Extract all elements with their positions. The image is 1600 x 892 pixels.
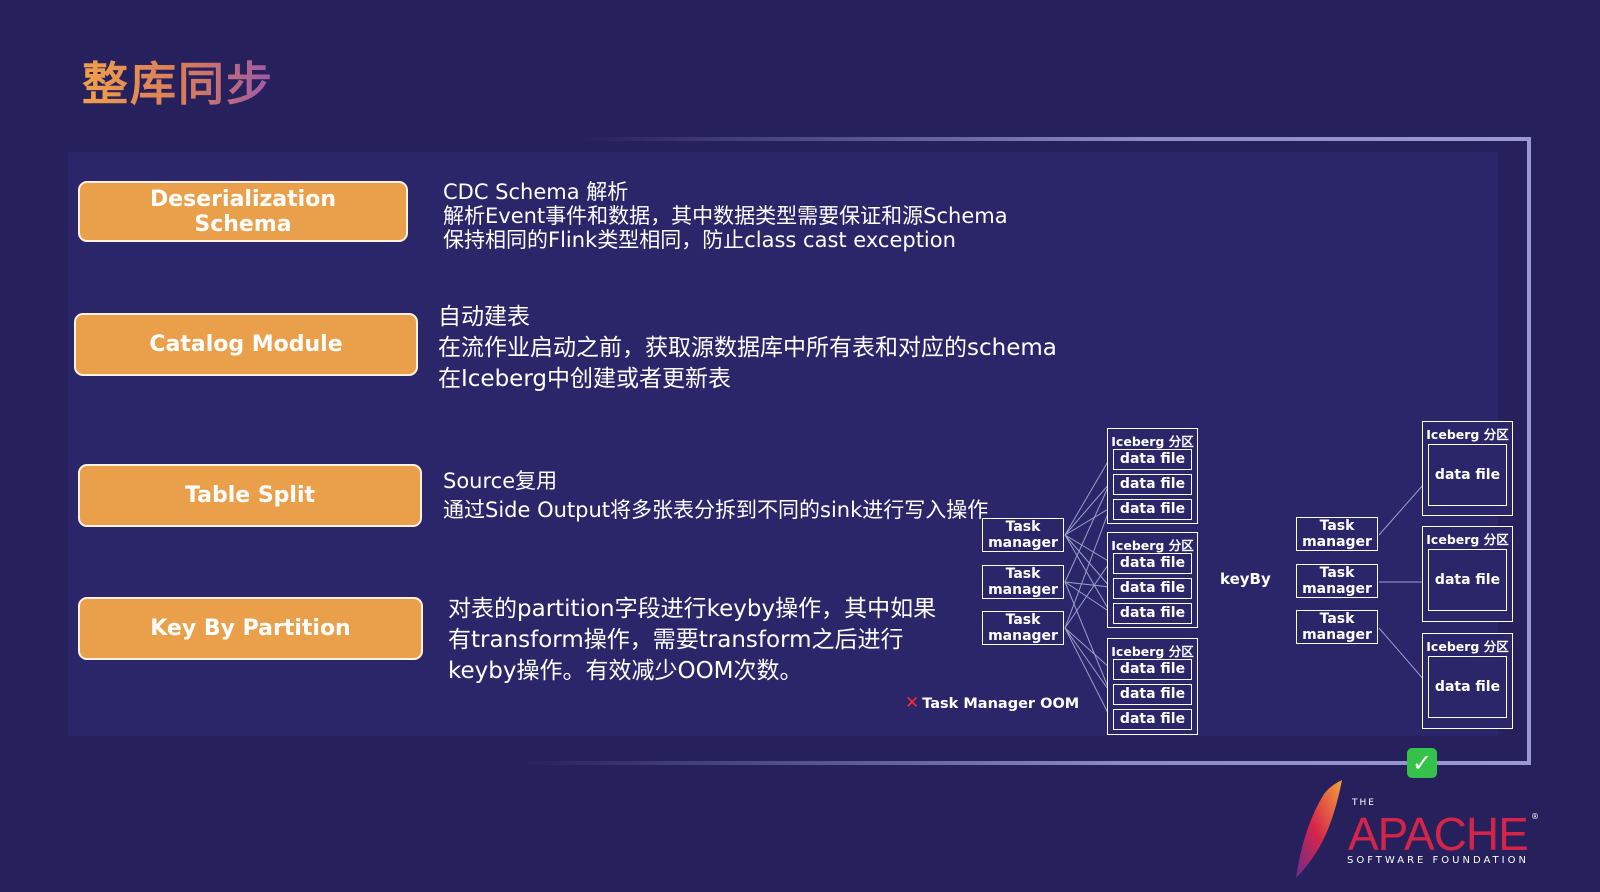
iceberg-partition-box: Iceberg 分区 data file (1422, 633, 1513, 729)
iceberg-partition-label: Iceberg 分区 (1111, 644, 1194, 659)
task-manager-box: Task manager (982, 611, 1064, 645)
iceberg-partition-label: Iceberg 分区 (1426, 639, 1509, 654)
iceberg-partition-label: Iceberg 分区 (1426, 532, 1509, 547)
task-manager-label: manager (988, 582, 1058, 598)
task-manager-label: Task (1005, 519, 1041, 535)
task-manager-label: manager (1302, 534, 1372, 550)
iceberg-partition-label: Iceberg 分区 (1111, 434, 1194, 449)
task-manager-label: Task (1319, 611, 1355, 627)
task-manager-label: manager (988, 628, 1058, 644)
iceberg-partition-box: Iceberg 分区 data file (1422, 421, 1513, 516)
task-manager-box: Task manager (982, 518, 1064, 552)
task-manager-label: Task (1319, 565, 1355, 581)
task-manager-oom-note: ✕ Task Manager OOM (905, 693, 1079, 713)
apache-feather-logo (1296, 780, 1342, 878)
task-manager-label: manager (1302, 627, 1372, 643)
data-file-box: data file (1113, 709, 1192, 730)
oom-label: Task Manager OOM (922, 696, 1080, 712)
data-file-box: data file (1113, 603, 1192, 624)
data-file-box: data file (1113, 553, 1192, 574)
data-file-box: data file (1428, 656, 1507, 718)
data-file-box: data file (1113, 449, 1192, 470)
task-manager-box: Task manager (1296, 517, 1378, 551)
data-file-box: data file (1113, 578, 1192, 599)
diagram-connectors (1064, 457, 1432, 718)
iceberg-partition-box: Iceberg 分区 data file data file data file (1107, 532, 1198, 628)
iceberg-partition-box: Iceberg 分区 data file data file data file (1107, 638, 1198, 735)
data-file-box: data file (1113, 684, 1192, 705)
task-manager-box: Task manager (1296, 610, 1378, 644)
cross-icon: ✕ (905, 693, 920, 713)
data-file-box: data file (1113, 499, 1192, 520)
keyby-label: keyBy (1220, 570, 1271, 588)
task-manager-label: Task (1005, 612, 1041, 628)
task-manager-label: manager (988, 535, 1058, 551)
data-file-box: data file (1113, 659, 1192, 680)
iceberg-partition-box: Iceberg 分区 data file (1422, 526, 1513, 622)
check-icon: ✓ (1407, 748, 1437, 778)
task-manager-box: Task manager (1296, 564, 1378, 598)
task-manager-label: manager (1302, 581, 1372, 597)
task-manager-label: Task (1319, 518, 1355, 534)
iceberg-partition-label: Iceberg 分区 (1111, 538, 1194, 553)
data-file-box: data file (1428, 549, 1507, 611)
apache-wordmark: APACHE (1348, 808, 1529, 860)
registered-mark: ® (1531, 812, 1539, 821)
iceberg-partition-box: Iceberg 分区 data file data file data file (1107, 428, 1198, 524)
task-manager-label: Task (1005, 566, 1041, 582)
iceberg-partition-label: Iceberg 分区 (1426, 427, 1509, 442)
data-file-box: data file (1113, 474, 1192, 495)
data-file-box: data file (1428, 444, 1507, 506)
task-manager-box: Task manager (982, 565, 1064, 599)
apache-subtitle: SOFTWARE FOUNDATION (1347, 855, 1529, 866)
